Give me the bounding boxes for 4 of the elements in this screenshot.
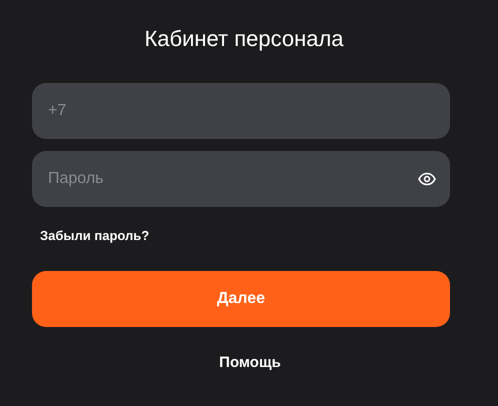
page-title: Кабинет персонала	[144, 25, 344, 53]
help-link[interactable]: Помощь	[219, 353, 281, 373]
forgot-password-link[interactable]: Забыли пароль?	[40, 227, 150, 245]
show-password-icon[interactable]	[418, 172, 436, 186]
